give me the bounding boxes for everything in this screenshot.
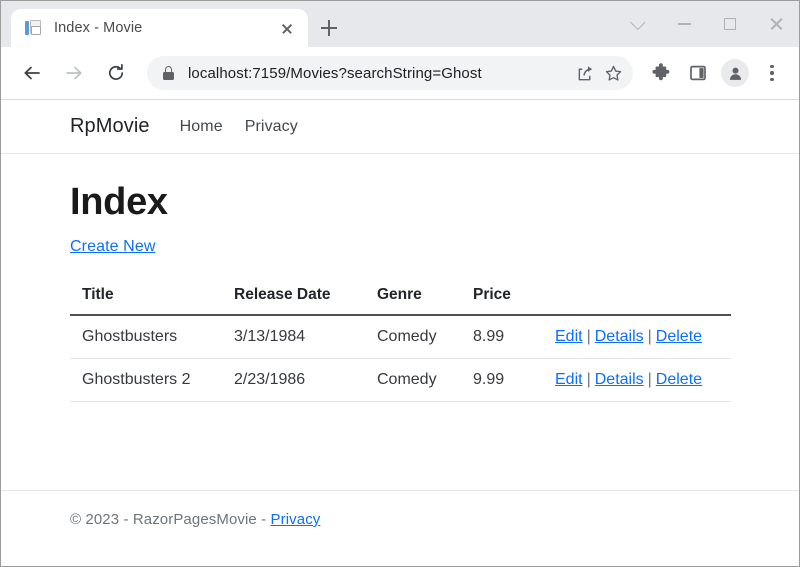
close-icon[interactable] [276, 17, 298, 39]
table-row: Ghostbusters 3/13/1984 Comedy 8.99 Edit|… [70, 315, 731, 359]
url-text: localhost:7159/Movies?searchString=Ghost [188, 65, 571, 82]
delete-link[interactable]: Delete [656, 328, 702, 345]
table-head: Title Release Date Genre Price [70, 282, 731, 315]
puzzle-icon [651, 63, 671, 83]
bookmark-button[interactable] [599, 59, 627, 87]
star-icon [604, 64, 623, 83]
copyright-text: © 2023 - RazorPagesMovie - [70, 511, 271, 528]
page-title: Index [70, 182, 730, 224]
column-header-price: Price [461, 282, 543, 315]
site-footer: © 2023 - RazorPagesMovie - Privacy [1, 490, 799, 566]
nav-item-privacy[interactable]: Privacy [245, 118, 298, 136]
footer-privacy-link[interactable]: Privacy [271, 511, 321, 528]
back-button[interactable] [15, 56, 49, 90]
three-dot-menu-icon[interactable] [755, 56, 789, 90]
chevron-down-icon [630, 14, 646, 30]
separator: | [583, 371, 595, 388]
cell-title: Ghostbusters [70, 315, 222, 359]
share-button[interactable] [571, 59, 599, 87]
page-viewport: RpMovie Home Privacy Index Create New Ti… [1, 100, 799, 566]
browser-window: Index - Movie [0, 0, 800, 567]
cell-release-date: 3/13/1984 [222, 315, 365, 359]
tab-strip: Index - Movie [1, 1, 799, 47]
cell-genre: Comedy [365, 315, 461, 359]
avatar [721, 59, 749, 87]
edit-link[interactable]: Edit [555, 328, 583, 345]
cell-title: Ghostbusters 2 [70, 358, 222, 401]
cell-actions: Edit|Details|Delete [543, 358, 731, 401]
cell-genre: Comedy [365, 358, 461, 401]
side-panel-icon [688, 63, 708, 83]
column-header-title: Title [70, 282, 222, 315]
tab-title: Index - Movie [54, 20, 276, 36]
create-new-link[interactable]: Create New [70, 238, 155, 256]
window-controls [615, 1, 799, 47]
nav-item-home[interactable]: Home [180, 118, 223, 136]
maximize-icon [724, 18, 736, 30]
lock-icon [163, 66, 174, 80]
separator: | [583, 328, 595, 345]
table-header-row: Title Release Date Genre Price [70, 282, 731, 315]
forward-arrow-icon [64, 63, 84, 83]
profile-button[interactable] [718, 56, 752, 90]
cell-price: 8.99 [461, 315, 543, 359]
delete-link[interactable]: Delete [656, 371, 702, 388]
forward-button[interactable] [57, 56, 91, 90]
main-content: Index Create New Title Release Date Genr… [1, 154, 799, 490]
cell-release-date: 2/23/1986 [222, 358, 365, 401]
movies-table: Title Release Date Genre Price Ghostbust… [70, 282, 731, 402]
extensions-button[interactable] [644, 56, 678, 90]
browser-toolbar: localhost:7159/Movies?searchString=Ghost [1, 47, 799, 100]
details-link[interactable]: Details [595, 371, 644, 388]
plus-icon[interactable] [314, 13, 344, 43]
close-icon [769, 17, 783, 31]
cell-actions: Edit|Details|Delete [543, 315, 731, 359]
browser-tab-active[interactable]: Index - Movie [11, 9, 308, 47]
maximize-button[interactable] [707, 1, 753, 47]
person-avatar-icon [727, 65, 744, 82]
address-bar[interactable]: localhost:7159/Movies?searchString=Ghost [147, 56, 633, 90]
minimize-button[interactable] [661, 1, 707, 47]
brand-logo[interactable]: RpMovie [70, 115, 150, 138]
close-window-button[interactable] [753, 1, 799, 47]
edit-link[interactable]: Edit [555, 371, 583, 388]
column-header-actions [543, 282, 731, 315]
back-arrow-icon [22, 63, 42, 83]
site-navbar: RpMovie Home Privacy [1, 100, 799, 154]
reload-button[interactable] [99, 56, 133, 90]
share-icon [576, 64, 595, 83]
side-panel-button[interactable] [681, 56, 715, 90]
column-header-release-date: Release Date [222, 282, 365, 315]
table-body: Ghostbusters 3/13/1984 Comedy 8.99 Edit|… [70, 315, 731, 402]
separator: | [644, 371, 656, 388]
tab-search-button[interactable] [615, 1, 661, 47]
separator: | [644, 328, 656, 345]
reload-icon [106, 63, 126, 83]
cell-price: 9.99 [461, 358, 543, 401]
details-link[interactable]: Details [595, 328, 644, 345]
table-row: Ghostbusters 2 2/23/1986 Comedy 9.99 Edi… [70, 358, 731, 401]
minimize-icon [678, 23, 691, 25]
document-icon [25, 20, 42, 37]
column-header-genre: Genre [365, 282, 461, 315]
